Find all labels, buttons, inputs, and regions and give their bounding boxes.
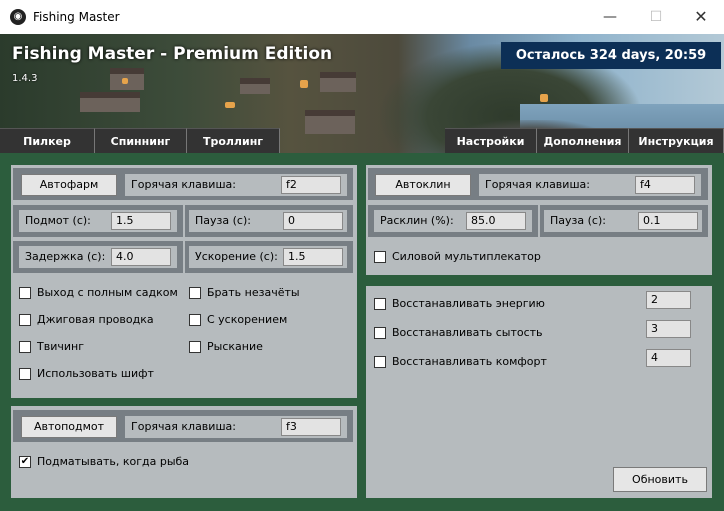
restore-energy-checkbox[interactable] bbox=[374, 298, 386, 310]
autofarm-header-group: Автофарм Горячая клавиша: f2 bbox=[13, 168, 353, 200]
delay-row: Задержка (с): 4.0 bbox=[19, 246, 177, 268]
autopodmot-hotkey-row: Горячая клавиша: f3 bbox=[125, 416, 347, 438]
autofarm-button[interactable]: Автофарм bbox=[21, 174, 117, 196]
reel-when-fish-checkbox[interactable]: ✔ bbox=[19, 456, 31, 468]
autofarm-panel: Автофарм Горячая клавиша: f2 Подмот (с):… bbox=[11, 165, 357, 398]
rasklin-label: Расклин (%): bbox=[380, 214, 454, 227]
accel-label: Ускорение (с): bbox=[195, 250, 278, 263]
banner-light bbox=[225, 102, 235, 108]
reel-when-fish-label: Подматывать, когда рыба bbox=[37, 455, 190, 468]
banner-light bbox=[540, 94, 548, 102]
use-shift-label: Использовать шифт bbox=[37, 367, 154, 380]
autoclick-panel: Автоклин Горячая клавиша: f4 Расклин (%)… bbox=[366, 165, 712, 275]
autoclick-hotkey-field[interactable]: f4 bbox=[635, 176, 695, 194]
restore-satiety-field[interactable]: 3 bbox=[646, 320, 691, 338]
restore-panel: Восстанавливать энергию 2 Восстанавливат… bbox=[366, 286, 712, 498]
autopodmot-hotkey-label: Горячая клавиша: bbox=[131, 420, 236, 433]
title-bar: ◉ Fishing Master — ☐ ✕ bbox=[0, 0, 724, 34]
accel-field[interactable]: 1.5 bbox=[283, 248, 343, 266]
restore-satiety-checkbox[interactable] bbox=[374, 327, 386, 339]
autoclick-header-group: Автоклин Горячая клавиша: f4 bbox=[368, 168, 708, 200]
autoclick-pause-group: Пауза (с): 0.1 bbox=[540, 205, 708, 237]
autofarm-hotkey-label: Горячая клавиша: bbox=[131, 178, 236, 191]
banner-house bbox=[240, 78, 270, 94]
rasklin-field[interactable]: 85.0 bbox=[466, 212, 526, 230]
podmot-group: Подмот (с): 1.5 bbox=[13, 205, 183, 237]
twitching-label: Твичинг bbox=[37, 340, 84, 353]
tab-settings[interactable]: Настройки bbox=[445, 128, 537, 153]
restore-energy-field[interactable]: 2 bbox=[646, 291, 691, 309]
yaw-label: Рыскание bbox=[207, 340, 263, 353]
autoclick-hotkey-label: Горячая клавиша: bbox=[485, 178, 590, 191]
delay-field[interactable]: 4.0 bbox=[111, 248, 171, 266]
tab-pilker[interactable]: Пилкер bbox=[0, 128, 95, 153]
yaw-checkbox[interactable] bbox=[189, 341, 201, 353]
tab-instructions[interactable]: Инструкция bbox=[629, 128, 724, 153]
power-multiplier-label: Силовой мультиплекатор bbox=[392, 250, 541, 263]
pause-group: Пауза (с): 0 bbox=[185, 205, 353, 237]
autoclick-pause-row: Пауза (с): 0.1 bbox=[544, 210, 702, 232]
restore-comfort-label: Восстанавливать комфорт bbox=[392, 355, 547, 368]
autoclick-button[interactable]: Автоклин bbox=[375, 174, 471, 196]
autopodmot-header-group: Автоподмот Горячая клавиша: f3 bbox=[13, 410, 353, 442]
app-title: Fishing Master - Premium Edition bbox=[12, 44, 333, 64]
podmot-field[interactable]: 1.5 bbox=[111, 212, 171, 230]
pause-label: Пауза (с): bbox=[195, 214, 251, 227]
jig-label: Джиговая проводка bbox=[37, 313, 154, 326]
use-shift-checkbox[interactable] bbox=[19, 368, 31, 380]
tab-trolling[interactable]: Троллинг bbox=[187, 128, 280, 153]
accel-row: Ускорение (с): 1.5 bbox=[189, 246, 347, 268]
take-misses-checkbox[interactable] bbox=[189, 287, 201, 299]
app-version: 1.4.3 bbox=[12, 73, 38, 84]
delay-label: Задержка (с): bbox=[25, 250, 106, 263]
podmot-label: Подмот (с): bbox=[25, 214, 91, 227]
restore-comfort-checkbox[interactable] bbox=[374, 356, 386, 368]
take-misses-label: Брать незачёты bbox=[207, 286, 300, 299]
restore-satiety-label: Восстанавливать сытость bbox=[392, 326, 543, 339]
subscription-timer: Осталось 324 days, 20:59 bbox=[501, 42, 721, 69]
pause-row: Пауза (с): 0 bbox=[189, 210, 347, 232]
main-content: Автофарм Горячая клавиша: f2 Подмот (с):… bbox=[0, 153, 724, 511]
update-button[interactable]: Обновить bbox=[613, 467, 707, 492]
rasklin-group: Расклин (%): 85.0 bbox=[368, 205, 538, 237]
autoclick-hotkey-row: Горячая клавиша: f4 bbox=[479, 174, 701, 196]
power-multiplier-checkbox[interactable] bbox=[374, 251, 386, 263]
restore-energy-label: Восстанавливать энергию bbox=[392, 297, 545, 310]
podmot-row: Подмот (с): 1.5 bbox=[19, 210, 177, 232]
autoclick-pause-field[interactable]: 0.1 bbox=[638, 212, 698, 230]
check-mark-icon: ✔ bbox=[20, 456, 30, 467]
restore-comfort-field[interactable]: 4 bbox=[646, 349, 691, 367]
full-keepnet-checkbox[interactable] bbox=[19, 287, 31, 299]
window-title: Fishing Master bbox=[33, 10, 120, 24]
tab-spinning[interactable]: Спиннинг bbox=[95, 128, 187, 153]
jig-checkbox[interactable] bbox=[19, 314, 31, 326]
tab-addons[interactable]: Дополнения bbox=[537, 128, 629, 153]
banner-light bbox=[300, 80, 308, 88]
banner-light bbox=[122, 78, 128, 84]
autopodmot-button[interactable]: Автоподмот bbox=[21, 416, 117, 438]
fishing-globe-icon: ◉ bbox=[10, 9, 26, 25]
delay-group: Задержка (с): 4.0 bbox=[13, 241, 183, 273]
with-accel-label: С ускорением bbox=[207, 313, 288, 326]
autofarm-hotkey-field[interactable]: f2 bbox=[281, 176, 341, 194]
rasklin-row: Расклин (%): 85.0 bbox=[374, 210, 532, 232]
autopodmot-hotkey-field[interactable]: f3 bbox=[281, 418, 341, 436]
autofarm-hotkey-row: Горячая клавиша: f2 bbox=[125, 174, 347, 196]
banner-house bbox=[320, 72, 356, 92]
banner-house bbox=[305, 110, 355, 134]
close-button[interactable]: ✕ bbox=[678, 0, 724, 34]
banner-house bbox=[80, 92, 140, 112]
accel-group: Ускорение (с): 1.5 bbox=[185, 241, 353, 273]
autopodmot-panel: Автоподмот Горячая клавиша: f3 ✔ Подматы… bbox=[11, 406, 357, 498]
header-banner: Fishing Master - Premium Edition 1.4.3 О… bbox=[0, 34, 724, 153]
minimize-button[interactable]: — bbox=[587, 0, 633, 34]
pause-field[interactable]: 0 bbox=[283, 212, 343, 230]
twitching-checkbox[interactable] bbox=[19, 341, 31, 353]
autoclick-pause-label: Пауза (с): bbox=[550, 214, 606, 227]
with-accel-checkbox[interactable] bbox=[189, 314, 201, 326]
full-keepnet-label: Выход с полным садком bbox=[37, 286, 178, 299]
maximize-button[interactable]: ☐ bbox=[633, 0, 679, 34]
